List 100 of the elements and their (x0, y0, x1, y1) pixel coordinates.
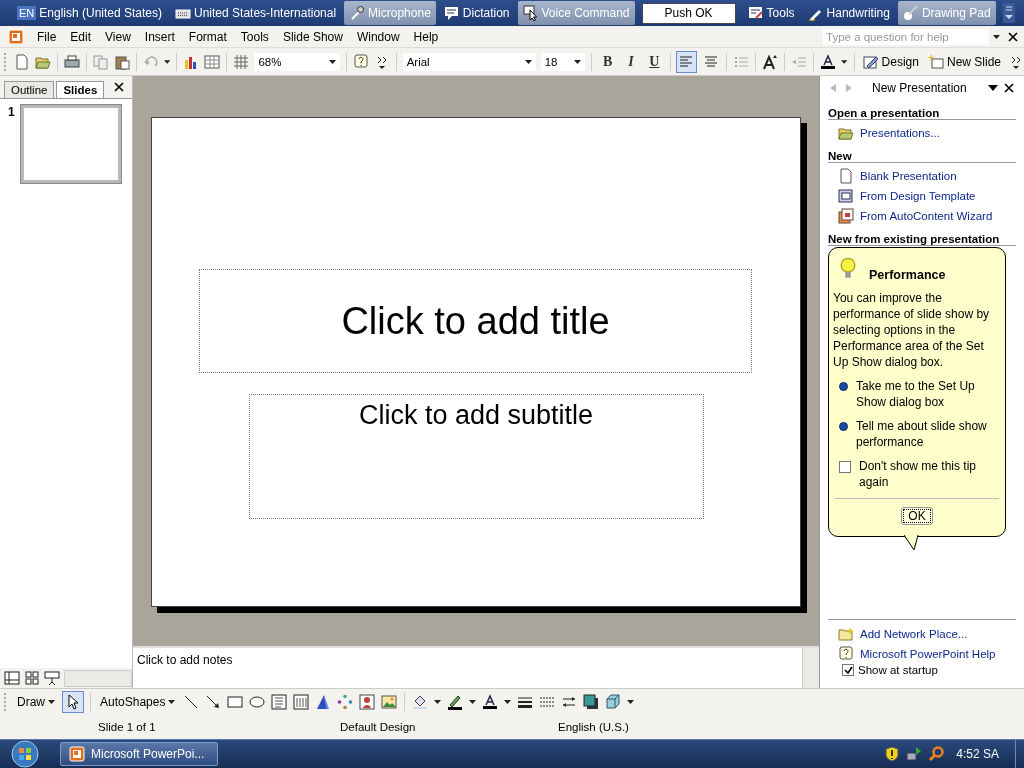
help-search-field[interactable]: Type a question for help (823, 28, 989, 45)
close-icon[interactable] (1008, 31, 1018, 42)
grow-font-icon[interactable] (762, 53, 779, 70)
slide-sorter-icon[interactable] (24, 670, 40, 686)
network-icon[interactable] (906, 746, 923, 762)
line-style-icon[interactable] (517, 694, 534, 710)
clock[interactable]: 4:52 SA (956, 747, 999, 761)
new-slide-button[interactable]: New Slide (925, 53, 1003, 70)
language-bar-button[interactable]: Handwriting (802, 1, 895, 25)
fill-color-icon[interactable] (412, 694, 429, 710)
taskbar-button[interactable]: Microsoft PowerPoi... (60, 742, 218, 766)
app-icon[interactable] (8, 28, 24, 45)
caret-icon[interactable] (988, 85, 998, 91)
clip-art-icon[interactable] (359, 694, 376, 710)
pane-tab[interactable]: Outline (4, 81, 55, 98)
cube-icon[interactable] (605, 694, 622, 710)
caret-icon[interactable] (841, 59, 848, 64)
menu-item[interactable]: Format (181, 29, 234, 44)
scrollbar[interactable] (802, 648, 819, 688)
caret-icon[interactable] (48, 700, 55, 704)
scrollbar[interactable] (64, 669, 132, 687)
align-left-button[interactable] (676, 51, 696, 72)
grid-icon[interactable] (233, 53, 250, 70)
wordart-icon[interactable] (315, 694, 332, 710)
options-icon[interactable] (1002, 3, 1015, 23)
font-color-icon[interactable] (482, 694, 499, 710)
text-style-button[interactable]: B (598, 51, 617, 72)
arrow-icon[interactable] (205, 694, 222, 710)
close-icon[interactable] (114, 82, 124, 92)
font-color-icon[interactable] (820, 53, 837, 70)
balloon-option[interactable]: Tell me about slide show performance (856, 418, 1001, 450)
shield-icon[interactable] (884, 746, 901, 762)
text-style-button[interactable]: I (621, 51, 641, 72)
language-button[interactable]: EN English (United States) (12, 1, 167, 25)
vertical-text-box-icon[interactable] (293, 694, 310, 710)
menu-item[interactable]: View (98, 29, 138, 44)
caret-icon[interactable] (574, 59, 582, 64)
checkbox[interactable] (839, 461, 851, 473)
checkbox[interactable] (842, 664, 854, 676)
balloon-text: You can improve the performance of slide show by selecting options in the Performance area of the Set Up Show dialog box. (833, 290, 991, 370)
help-icon[interactable] (352, 53, 369, 70)
text-style-button[interactable]: U (645, 51, 664, 72)
dash-style-icon[interactable] (539, 694, 556, 710)
paste-icon[interactable] (114, 53, 130, 70)
magnifier-icon[interactable] (928, 746, 945, 762)
language-bar-button[interactable]: Dictation (438, 1, 515, 25)
task-link[interactable]: Microsoft PowerPoint Help (860, 648, 996, 660)
autoshapes-menu[interactable]: AutoShapes (98, 695, 178, 709)
diagram-icon[interactable] (337, 694, 354, 710)
printer-icon[interactable] (64, 53, 80, 70)
status-box[interactable]: Push OK (641, 2, 736, 24)
caret-icon[interactable] (168, 700, 176, 704)
title-placeholder[interactable]: Click to add title (199, 269, 752, 373)
caret-icon[interactable] (993, 34, 1000, 39)
font-dropdown[interactable]: Arial (402, 52, 536, 71)
draw-menu[interactable]: Draw (15, 695, 57, 709)
task-link[interactable]: Presentations... (860, 127, 940, 139)
task-link[interactable]: Blank Presentation (860, 170, 957, 182)
close-icon[interactable] (1004, 83, 1014, 93)
slide-thumbnail[interactable] (20, 105, 121, 183)
caret-icon[interactable] (469, 700, 477, 704)
task-link[interactable]: From AutoContent Wizard (860, 210, 993, 222)
pane-tab[interactable]: Slides (56, 81, 105, 98)
balloon-option[interactable]: Take me to the Set Up Show dialog box (856, 378, 1001, 410)
line-icon[interactable] (183, 694, 200, 710)
caret-icon[interactable] (328, 59, 336, 64)
slide-show-icon[interactable] (44, 670, 60, 686)
image-icon[interactable] (381, 694, 398, 710)
caret-icon[interactable] (627, 700, 635, 704)
task-link[interactable]: From Design Template (860, 190, 976, 202)
text-box-icon[interactable] (271, 694, 288, 710)
menu-item[interactable]: Insert (137, 29, 182, 44)
select-tool-button[interactable] (63, 692, 83, 712)
menu-item[interactable]: File (30, 29, 64, 44)
language-bar-button[interactable]: United States-International (170, 1, 342, 25)
line-color-icon[interactable] (447, 694, 464, 710)
task-link[interactable]: Add Network Place... (860, 628, 968, 640)
arrow-style-icon[interactable] (561, 694, 578, 710)
menu-item[interactable]: Edit (63, 29, 99, 44)
caret-icon[interactable] (504, 700, 512, 704)
menu-item[interactable]: Slide Show (275, 29, 350, 44)
subtitle-placeholder[interactable]: Click to add subtitle (248, 394, 704, 519)
menu-item[interactable]: Window (349, 29, 407, 44)
zoom-dropdown[interactable]: 68% (254, 52, 340, 71)
font-size-dropdown[interactable]: 18 (540, 52, 586, 71)
caret-icon[interactable] (524, 59, 532, 64)
menu-item[interactable]: Tools (233, 29, 276, 44)
caret-icon[interactable] (434, 700, 442, 704)
oval-icon[interactable] (249, 694, 266, 710)
language-bar-button[interactable]: Tools (742, 1, 800, 25)
ok-button[interactable]: OK (901, 507, 933, 525)
menu-item[interactable]: Help (406, 29, 446, 44)
table-icon[interactable] (204, 53, 221, 70)
normal-view-icon[interactable] (4, 670, 20, 686)
shadow-icon[interactable] (583, 694, 600, 710)
rectangle-icon[interactable] (227, 694, 244, 710)
design-button[interactable]: Design (860, 53, 921, 70)
new-document-icon[interactable] (14, 53, 30, 70)
caret-icon[interactable] (164, 59, 171, 64)
start-button[interactable] (8, 740, 42, 768)
